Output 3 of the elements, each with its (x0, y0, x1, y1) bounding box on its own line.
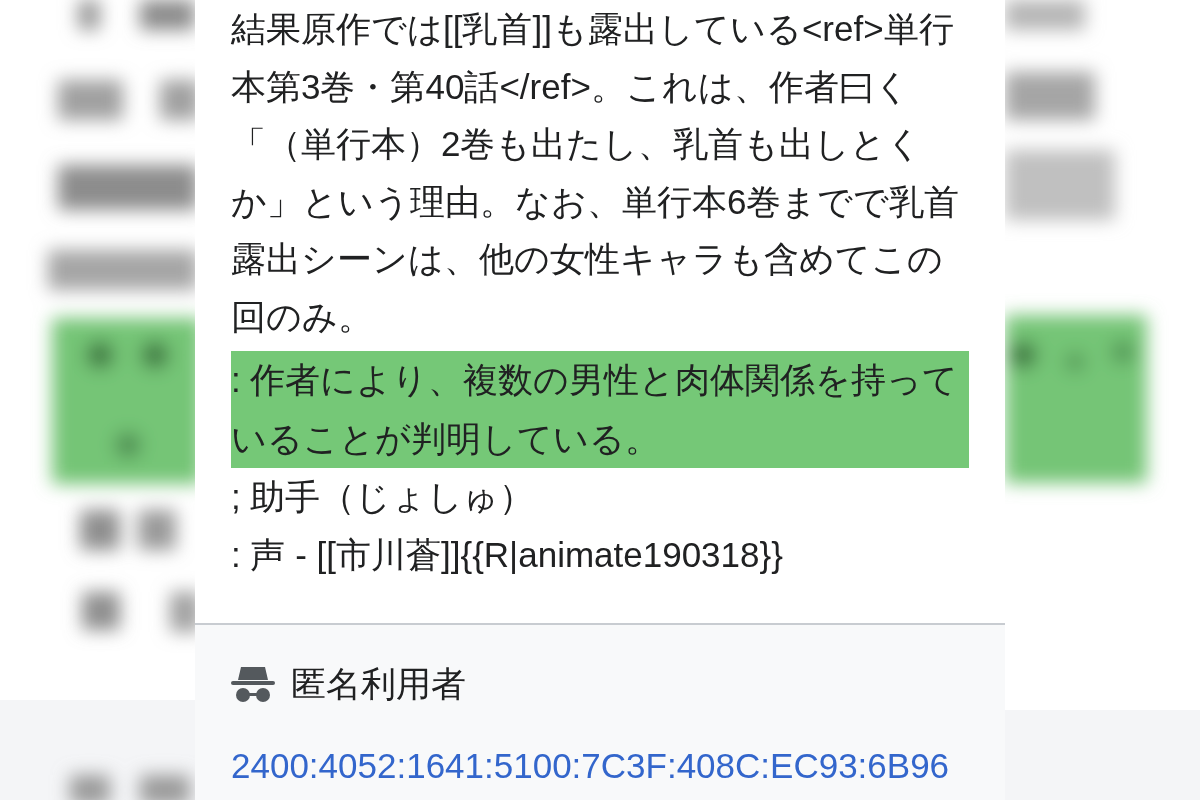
incognito-icon (231, 665, 275, 703)
user-name: 匿名利用者 (291, 663, 466, 705)
ip-address-link[interactable]: 2400:4052:1641:5100:7C3F:408C:EC93:6B96 (231, 745, 950, 787)
